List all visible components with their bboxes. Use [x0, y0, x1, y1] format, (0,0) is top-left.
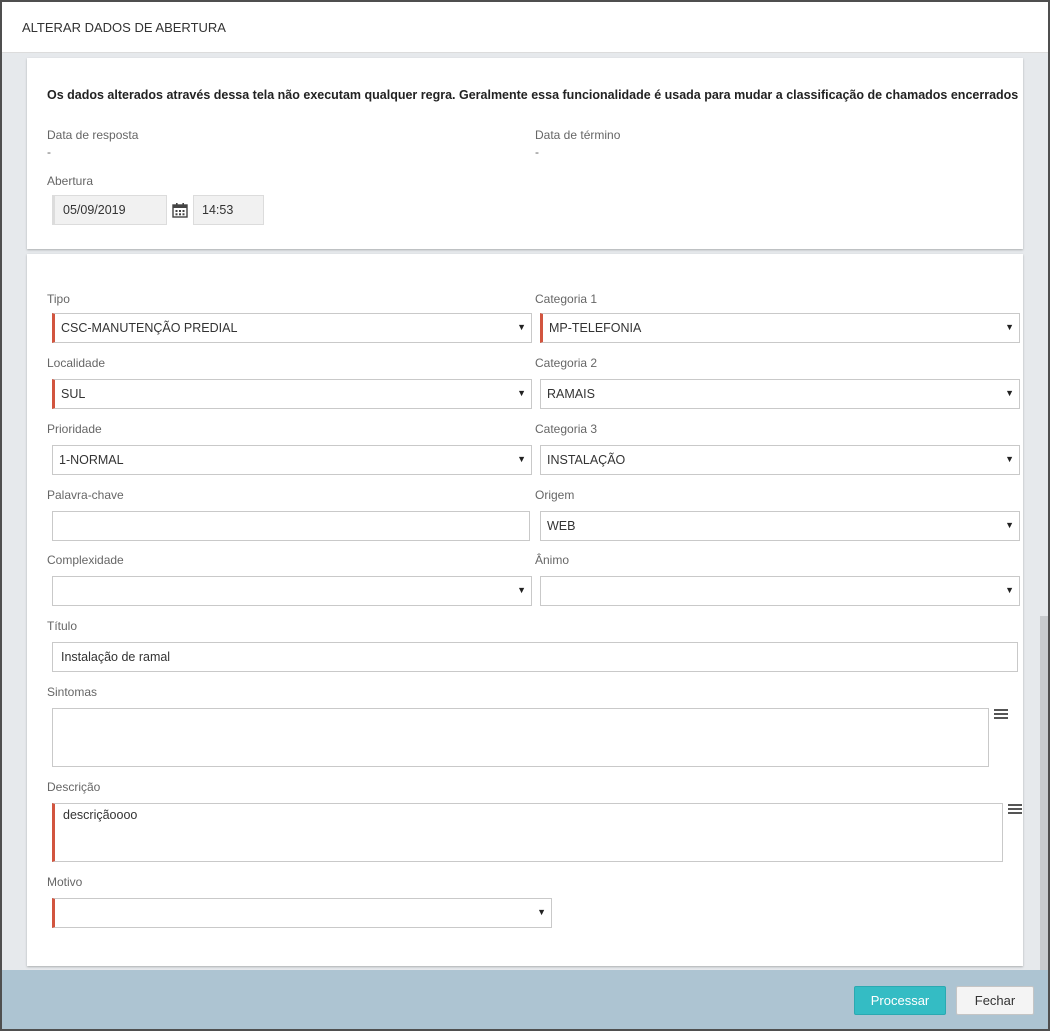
chevron-down-icon: ▼	[517, 585, 526, 595]
categoria3-value: INSTALAÇÃO	[547, 453, 626, 467]
data-termino-label: Data de término	[535, 128, 621, 142]
complexidade-select[interactable]: ▼	[52, 576, 532, 606]
menu-icon[interactable]	[1008, 804, 1022, 816]
data-termino-value: -	[535, 145, 539, 159]
descricao-value: descriçãoooo	[63, 808, 138, 822]
motivo-label: Motivo	[47, 875, 83, 889]
categoria2-value: RAMAIS	[547, 387, 595, 401]
abertura-time-value: 14:53	[202, 203, 234, 217]
menu-icon[interactable]	[994, 709, 1008, 721]
chevron-down-icon: ▼	[1005, 520, 1014, 530]
origem-select[interactable]: WEB ▼	[540, 511, 1020, 541]
chevron-down-icon: ▼	[1005, 388, 1014, 398]
animo-select[interactable]: ▼	[540, 576, 1020, 606]
chevron-down-icon: ▼	[517, 454, 526, 464]
tipo-select[interactable]: CSC-MANUTENÇÃO PREDIAL ▼	[52, 313, 532, 343]
tipo-value: CSC-MANUTENÇÃO PREDIAL	[61, 321, 238, 335]
scrollbar-thumb[interactable]	[1040, 616, 1048, 970]
calendar-icon[interactable]	[172, 202, 188, 218]
abertura-time-input[interactable]: 14:53	[193, 195, 264, 225]
chevron-down-icon: ▼	[537, 907, 546, 917]
prioridade-value: 1-NORMAL	[59, 453, 124, 467]
sintomas-textarea[interactable]	[52, 708, 989, 767]
prioridade-select[interactable]: 1-NORMAL ▼	[52, 445, 532, 475]
categoria1-value: MP-TELEFONIA	[549, 321, 642, 335]
categoria1-select[interactable]: MP-TELEFONIA ▼	[540, 313, 1020, 343]
categoria2-label: Categoria 2	[535, 356, 598, 370]
origem-label: Origem	[535, 488, 575, 502]
abertura-date-value: 05/09/2019	[63, 203, 126, 217]
summary-card: Os dados alterados através dessa tela nã…	[27, 58, 1023, 249]
animo-label: Ânimo	[535, 553, 570, 567]
sintomas-label: Sintomas	[47, 685, 98, 699]
dialog-footer: Processar Fechar	[2, 970, 1048, 1029]
chevron-down-icon: ▼	[517, 322, 526, 332]
form-card: Tipo CSC-MANUTENÇÃO PREDIAL ▼ Categoria …	[27, 254, 1023, 966]
data-resposta-label: Data de resposta	[47, 128, 139, 142]
origem-value: WEB	[547, 519, 576, 533]
palavra-chave-input[interactable]	[52, 511, 530, 541]
titulo-value: Instalação de ramal	[61, 650, 171, 664]
fechar-button[interactable]: Fechar	[956, 986, 1034, 1015]
descricao-label: Descrição	[47, 780, 101, 794]
abertura-date-input[interactable]: 05/09/2019	[52, 195, 167, 225]
localidade-value: SUL	[61, 387, 86, 401]
complexidade-label: Complexidade	[47, 553, 124, 567]
dialog: ALTERAR DADOS DE ABERTURA Os dados alter…	[0, 0, 1050, 1031]
chevron-down-icon: ▼	[1005, 454, 1014, 464]
motivo-select[interactable]: ▼	[52, 898, 552, 928]
prioridade-label: Prioridade	[47, 422, 102, 436]
categoria2-select[interactable]: RAMAIS ▼	[540, 379, 1020, 409]
palavra-chave-label: Palavra-chave	[47, 488, 124, 502]
descricao-textarea[interactable]: descriçãoooo	[52, 803, 1003, 862]
tipo-label: Tipo	[47, 292, 70, 306]
localidade-select[interactable]: SUL ▼	[52, 379, 532, 409]
notice-text: Os dados alterados através dessa tela nã…	[47, 88, 1019, 102]
dialog-title: ALTERAR DADOS DE ABERTURA	[22, 20, 226, 35]
dialog-body: Os dados alterados através dessa tela nã…	[2, 54, 1048, 970]
categoria1-label: Categoria 1	[535, 292, 598, 306]
abertura-label: Abertura	[47, 174, 94, 188]
data-resposta-value: -	[47, 145, 51, 159]
localidade-label: Localidade	[47, 356, 106, 370]
chevron-down-icon: ▼	[1005, 585, 1014, 595]
titulo-label: Título	[47, 619, 78, 633]
chevron-down-icon: ▼	[517, 388, 526, 398]
categoria3-label: Categoria 3	[535, 422, 598, 436]
chevron-down-icon: ▼	[1005, 322, 1014, 332]
titulo-input[interactable]: Instalação de ramal	[52, 642, 1018, 672]
categoria3-select[interactable]: INSTALAÇÃO ▼	[540, 445, 1020, 475]
dialog-header: ALTERAR DADOS DE ABERTURA	[2, 2, 1048, 53]
processar-button[interactable]: Processar	[854, 986, 946, 1015]
